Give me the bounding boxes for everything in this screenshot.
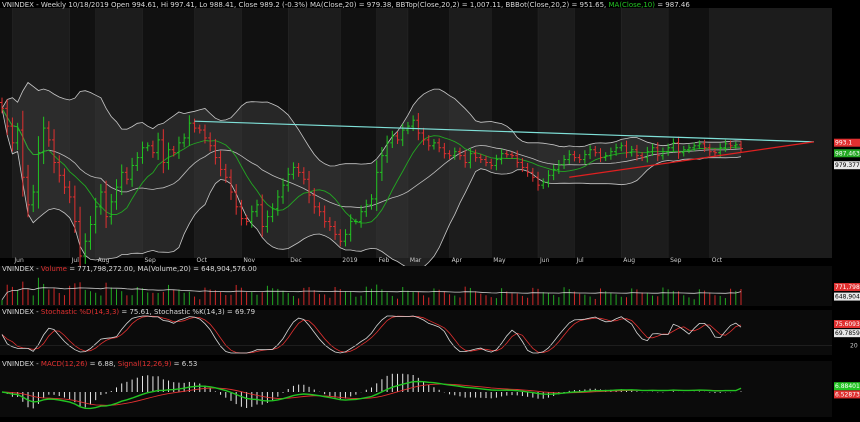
x-tick-label: Feb [379, 257, 390, 264]
volume-header: VNINDEX - Volume = 771,798,272.00, MA(Vo… [2, 265, 257, 273]
x-tick-label: Apr [452, 257, 463, 264]
stochastic-header: VNINDEX - Stochastic %D(14,3,3) = 75.61,… [2, 308, 255, 316]
x-tick-label: Jul [71, 257, 80, 264]
macd-header-macd: MACD(12,26) [41, 360, 88, 368]
x-tick-label: Aug [623, 257, 635, 264]
x-tick-label: Sep [670, 257, 682, 264]
x-tick-label: 2019 [342, 257, 357, 264]
macd-panel: VNINDEX - MACD(12,26) = 6.88, Signal(12,… [0, 360, 832, 417]
price-header-ma10-value: = 987.46 [655, 1, 690, 9]
x-tick-label: Jul [575, 257, 584, 264]
stock-chart: VNINDEX - Weekly 10/18/2019 Open 994.61,… [0, 0, 860, 422]
stochastic-panel: 20 VNINDEX - Stochastic %D(14,3,3) = 75.… [0, 308, 858, 355]
price-close-label: 993.1 [835, 140, 852, 147]
volume-header-values: = 771,798,272.00, MA(Volume,20) = 648,90… [67, 265, 257, 273]
x-tick-label: Jun [539, 257, 550, 264]
volume-last-label: 771,798,272 [835, 284, 860, 291]
x-tick-label: Dec [290, 257, 302, 264]
price-ma20-label: 979.377 [835, 162, 860, 169]
volume-header-label: Volume [41, 265, 67, 273]
macd-header-macd-value: = 6.88, [87, 360, 117, 368]
volume-header-prefix: VNINDEX - [2, 265, 41, 273]
macd-header-signal: Signal(12,26,9) [118, 360, 172, 368]
stochastic-header-values: = 75.61, Stochastic %K(14,3) = 69.79 [119, 308, 255, 316]
macd-value-label: 6.88401 [835, 383, 860, 390]
month-band [709, 8, 832, 258]
macd-header: VNINDEX - MACD(12,26) = 6.88, Signal(12,… [2, 360, 197, 368]
stochastic-d-label: 75.6093 [835, 321, 860, 328]
price-header: VNINDEX - Weekly 10/18/2019 Open 994.61,… [2, 1, 690, 9]
price-header-info: VNINDEX - Weekly 10/18/2019 Open 994.61,… [2, 1, 608, 9]
x-tick-label: Oct [197, 257, 208, 264]
x-tick-label: May [493, 257, 506, 264]
price-ma10-label: 987.463 [835, 150, 860, 157]
x-tick-label: Oct [712, 257, 723, 264]
macd-header-signal-value: = 6.53 [171, 360, 197, 368]
stochastic-20-label: 20 [850, 343, 858, 350]
volume-ma-label: 648,904,5 [835, 294, 860, 301]
x-tick-label: Sep [145, 257, 157, 264]
macd-header-prefix: VNINDEX - [2, 360, 41, 368]
x-tick-label: Jun [13, 257, 24, 264]
volume-panel: VNINDEX - Volume = 771,798,272.00, MA(Vo… [0, 265, 832, 306]
price-header-ma10: MA(Close,10) [608, 1, 655, 9]
stochastic-k-label: 69.7859 [835, 330, 860, 337]
stochastic-header-d: Stochastic %D(14,3,3) [41, 308, 119, 316]
macd-panel-background [0, 361, 832, 417]
price-panel: VNINDEX - Weekly 10/18/2019 Open 994.61,… [0, 1, 832, 271]
x-tick-label: Mar [410, 257, 422, 264]
x-tick-label: Nov [243, 257, 255, 264]
month-band [621, 8, 669, 258]
macd-signal-label: 6.52873 [835, 391, 860, 398]
stochastic-header-prefix: VNINDEX - [2, 308, 41, 316]
x-tick-label: Aug [98, 257, 110, 264]
